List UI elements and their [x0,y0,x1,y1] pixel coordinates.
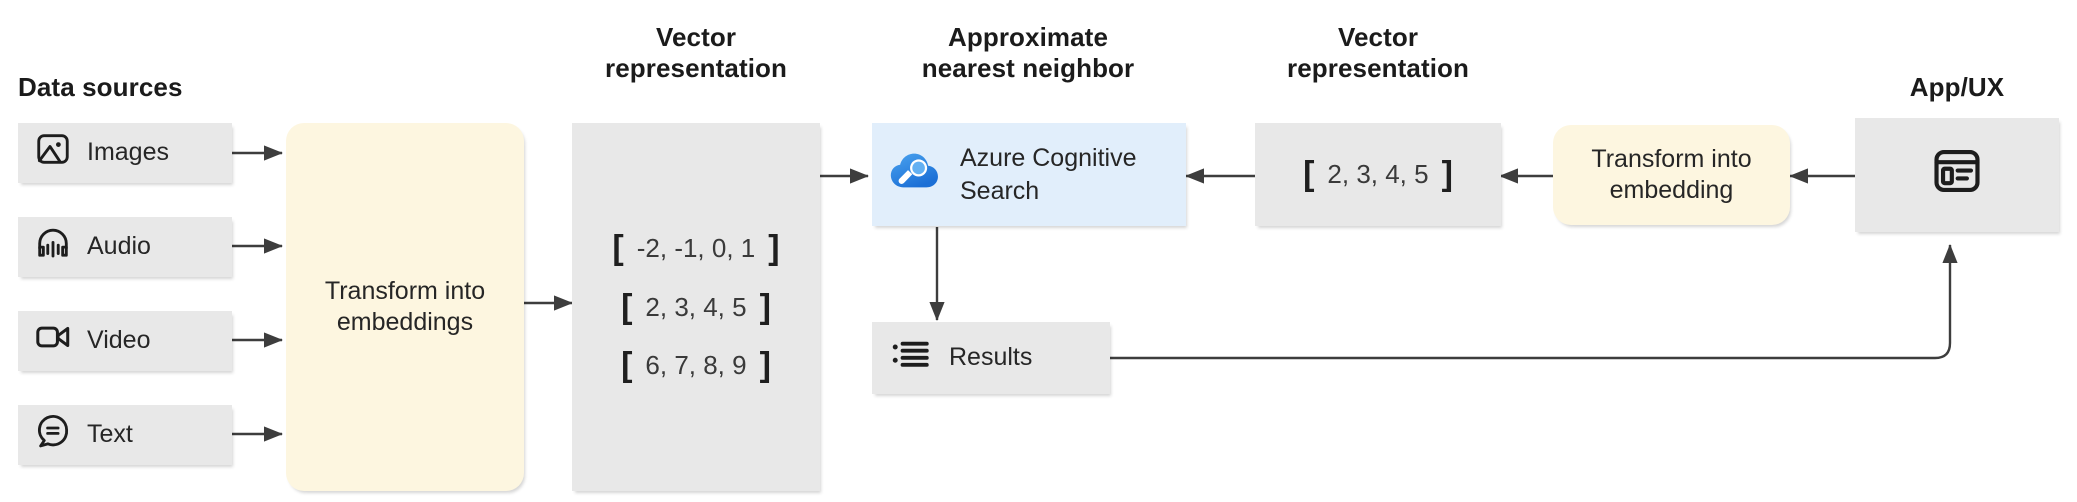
bracket-open: [ [1303,155,1315,194]
heading-app-ux: App/UX [1909,72,2005,102]
results-label: Results [949,343,1033,372]
bracket-close: ] [1441,155,1453,194]
vector-values: 2, 3, 4, 5 [1327,159,1429,190]
data-source-video[interactable]: Video [18,311,232,371]
diagram-canvas: Data sources Vector representation Appro… [0,0,2077,502]
vector-representation-right-box: [ 2, 3, 4, 5 ] [1255,123,1501,226]
heading-approximate-nearest-neighbor: Approximate nearest neighbor [921,22,1135,83]
transform-into-embedding-label: Transform into embedding [1591,144,1752,204]
bracket-close: ] [759,346,771,385]
heading-data-sources: Data sources [18,72,183,102]
vector-values: -2, -1, 0, 1 [636,233,756,264]
data-source-label: Text [87,420,133,449]
transform-into-embeddings-label: Transform into embeddings [324,276,486,336]
data-source-images[interactable]: Images [18,123,232,183]
bracket-open: [ [621,287,633,326]
arrow-results-to-appux [1110,244,1958,360]
data-source-label: Audio [87,232,151,261]
bulleted-list-icon [889,332,933,384]
vector-row: [ 2, 3, 4, 5 ] [1303,155,1453,194]
bracket-close: ] [759,287,771,326]
results-node[interactable]: Results [872,322,1110,394]
transform-into-embeddings-node[interactable]: Transform into embeddings [286,123,524,491]
headphones-icon [34,224,72,270]
data-source-text[interactable]: Text [18,405,232,465]
speech-bubble-icon [34,412,72,458]
vector-values: 6, 7, 8, 9 [645,350,747,381]
data-source-label: Images [87,138,169,167]
vector-values: 2, 3, 4, 5 [645,291,747,322]
vector-representation-left-box: [ -2, -1, 0, 1 ] [ 2, 3, 4, 5 ] [ 6, 7, … [572,123,820,491]
data-source-label: Video [87,326,151,355]
vector-row: [ 2, 3, 4, 5 ] [621,287,771,326]
app-ux-node[interactable] [1855,118,2059,232]
heading-vector-representation-left: Vector representation [604,22,787,83]
app-window-icon [1930,144,1984,206]
bracket-close: ] [768,229,780,268]
bracket-open: [ [621,346,633,385]
video-camera-icon [34,318,72,364]
image-icon [34,130,72,176]
azure-cognitive-search-label: Azure Cognitive Search [960,144,1137,205]
vector-row: [ 6, 7, 8, 9 ] [621,346,771,385]
azure-cognitive-search-icon [888,143,942,205]
vector-row: [ -2, -1, 0, 1 ] [612,229,780,268]
bracket-open: [ [612,229,624,268]
transform-into-embedding-node[interactable]: Transform into embedding [1553,125,1790,225]
data-source-audio[interactable]: Audio [18,217,232,277]
heading-vector-representation-right: Vector representation [1286,22,1469,83]
azure-cognitive-search-node[interactable]: Azure Cognitive Search [872,123,1186,226]
